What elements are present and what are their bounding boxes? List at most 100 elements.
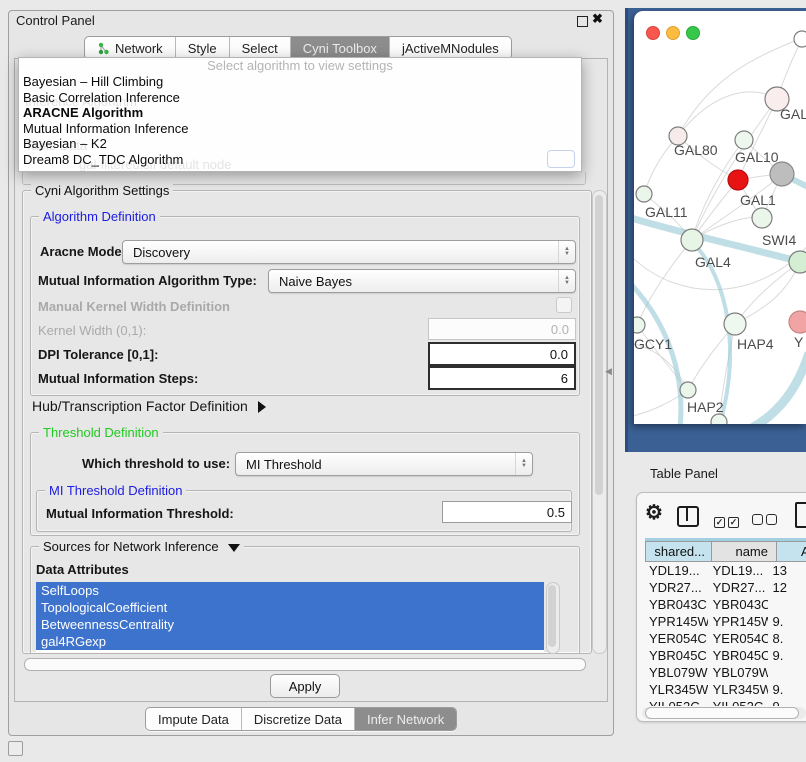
network-node-label: GAL80 — [674, 142, 718, 158]
deselect-all-columns-icon[interactable] — [752, 512, 780, 530]
attribute-item-selected[interactable]: BetweennessCentrality — [36, 616, 544, 633]
splitter-collapse-handle[interactable]: ◀ — [605, 366, 612, 377]
column-header-name[interactable]: name — [712, 541, 777, 562]
node-salmon[interactable] — [789, 311, 806, 333]
column-header-shared-name[interactable]: shared... — [645, 541, 712, 562]
node-gal1[interactable] — [752, 208, 772, 228]
mi-algorithm-type-label: Mutual Information Algorithm Type: — [38, 273, 257, 288]
dpi-tolerance-field[interactable]: 0.0 — [428, 342, 576, 366]
table-cell: YDR27... — [645, 579, 708, 596]
threshold-definition-title: Threshold Definition — [39, 425, 163, 440]
node-green-bottom[interactable] — [711, 414, 727, 424]
algorithm-option[interactable]: Mutual Information Inference — [19, 121, 581, 137]
cyni-algorithm-settings-title: Cyni Algorithm Settings — [31, 183, 173, 198]
node-green-top[interactable] — [735, 131, 753, 149]
tab-impute-data[interactable]: Impute Data — [146, 708, 242, 730]
column-header-cutoff[interactable]: A — [777, 541, 806, 562]
algorithm-option[interactable]: Bayesian – K2 — [19, 136, 581, 152]
node-green-right[interactable] — [789, 251, 806, 273]
which-threshold-select[interactable]: MI Threshold ▲▼ — [235, 452, 533, 476]
settings-hscrollbar[interactable] — [24, 658, 586, 671]
aracne-mode-value: Discovery — [123, 245, 558, 260]
node-green-left[interactable] — [636, 186, 652, 202]
table-cell: YER054C — [645, 630, 708, 647]
select-all-columns-icon[interactable]: ✓✓ — [714, 512, 742, 530]
table-row[interactable]: YER054CYER054C8. — [645, 630, 806, 647]
tab-jactivemnodules[interactable]: jActiveMNodules — [390, 37, 511, 59]
table-cell: YLR345W — [645, 681, 708, 698]
attributes-scrollbar[interactable] — [546, 582, 560, 654]
node-gray[interactable] — [770, 162, 794, 186]
tab-select[interactable]: Select — [230, 37, 291, 59]
table-row[interactable]: YLR345WYLR345W9. — [645, 681, 806, 698]
node-gal4[interactable] — [681, 229, 703, 251]
network-node-label: Y — [794, 334, 804, 350]
float-window-icon[interactable] — [577, 16, 588, 27]
collapsed-panel-icon[interactable] — [8, 741, 23, 756]
chevron-updown-icon: ▲▼ — [558, 270, 575, 292]
covered-text-ghost: Inference Algorithm — [25, 94, 137, 109]
apply-button[interactable]: Apply — [270, 674, 340, 698]
table-cell: 12 — [768, 579, 806, 596]
table-row[interactable]: YIL052CYIL052C9 — [645, 698, 806, 706]
table-cell: YPR145W — [645, 613, 708, 630]
algorithm-dropdown-popup: Select algorithm to view settings Bayesi… — [18, 57, 582, 172]
close-icon[interactable]: ✖ — [592, 11, 603, 27]
table-cell: YER054C — [708, 630, 769, 647]
table-row[interactable]: YPR145WYPR145W9. — [645, 613, 806, 630]
node-table[interactable]: YDL19...YDL19...13YDR27...YDR27...12YBR0… — [645, 562, 806, 706]
node-hap4[interactable] — [724, 313, 746, 335]
tab-cyni-toolbox[interactable]: Cyni Toolbox — [291, 37, 390, 59]
hub-definition-disclosure[interactable]: Hub/Transcription Factor Definition — [32, 398, 266, 414]
table-hscrollbar[interactable] — [642, 707, 806, 719]
network-node-label: GAL10 — [735, 149, 779, 165]
kernel-width-field[interactable]: 0.0 — [428, 318, 576, 340]
tab-label: Infer Network — [367, 712, 444, 727]
tab-style[interactable]: Style — [176, 37, 230, 59]
tab-network[interactable]: Network — [85, 37, 176, 59]
tab-label: Style — [188, 41, 217, 56]
aracne-mode-select[interactable]: Discovery ▲▼ — [122, 240, 576, 264]
attribute-item-selected[interactable]: gal4RGexp — [36, 633, 544, 650]
table-cell: YBL079W — [645, 664, 708, 681]
data-attributes-list[interactable]: SelfLoopsTopologicalCoefficientBetweenne… — [36, 582, 544, 652]
table-row[interactable]: YBR043CYBR043C — [645, 596, 806, 613]
table-cell: YBR045C — [645, 647, 708, 664]
gear-icon[interactable]: ⚙ — [645, 503, 663, 523]
tab-discretize-data[interactable]: Discretize Data — [242, 708, 355, 730]
table-row[interactable]: YBR045CYBR045C9. — [645, 647, 806, 664]
algorithm-option[interactable]: Bayesian – Hill Climbing — [19, 74, 581, 90]
table-cell: YBR043C — [645, 596, 708, 613]
node-hap2[interactable] — [680, 382, 696, 398]
network-node-label: GCY1 — [634, 336, 672, 352]
columns-icon[interactable] — [677, 506, 699, 527]
network-canvas[interactable]: GALGAL80GAL10GAL1GAL11SWI4GAL4GCY1HAP4YH… — [634, 11, 806, 424]
apply-label: Apply — [289, 679, 322, 694]
mi-algorithm-type-select[interactable]: Naive Bayes ▲▼ — [268, 269, 576, 293]
attribute-item-selected[interactable]: TopologicalCoefficient — [36, 599, 544, 616]
node-top-partial[interactable] — [794, 31, 806, 47]
manual-kernel-width-checkbox[interactable] — [556, 297, 572, 313]
mi-threshold-field[interactable]: 0.5 — [442, 501, 572, 523]
network-node-label: GAL — [780, 106, 806, 122]
disclosure-down-icon — [228, 544, 240, 552]
tab-infer-network[interactable]: Infer Network — [355, 708, 456, 730]
dpi-tolerance-label: DPI Tolerance [0,1]: — [38, 347, 158, 362]
table-row[interactable]: YDL19...YDL19...13 — [645, 562, 806, 579]
network-node-label: GAL1 — [740, 192, 776, 208]
node-red[interactable] — [728, 170, 748, 190]
network-node-label: GAL11 — [645, 204, 688, 220]
table-row[interactable]: YBL079WYBL079W — [645, 664, 806, 681]
table-cell: YLR345W — [708, 681, 769, 698]
tab-label: Select — [242, 41, 278, 56]
attribute-item-selected[interactable]: SelfLoops — [36, 582, 544, 599]
node-gcy1[interactable] — [634, 317, 645, 333]
sources-title[interactable]: Sources for Network Inference — [39, 539, 244, 554]
table-row[interactable]: YDR27...YDR27...12 — [645, 579, 806, 596]
column-header-label: A — [801, 544, 806, 559]
table-function-icon[interactable] — [795, 502, 806, 528]
mi-steps-field[interactable]: 6 — [428, 366, 576, 390]
aracne-mode-label: Aracne Mode: — [40, 244, 126, 259]
network-node-label: HAP4 — [737, 336, 774, 352]
settings-vscrollbar[interactable] — [592, 190, 607, 654]
